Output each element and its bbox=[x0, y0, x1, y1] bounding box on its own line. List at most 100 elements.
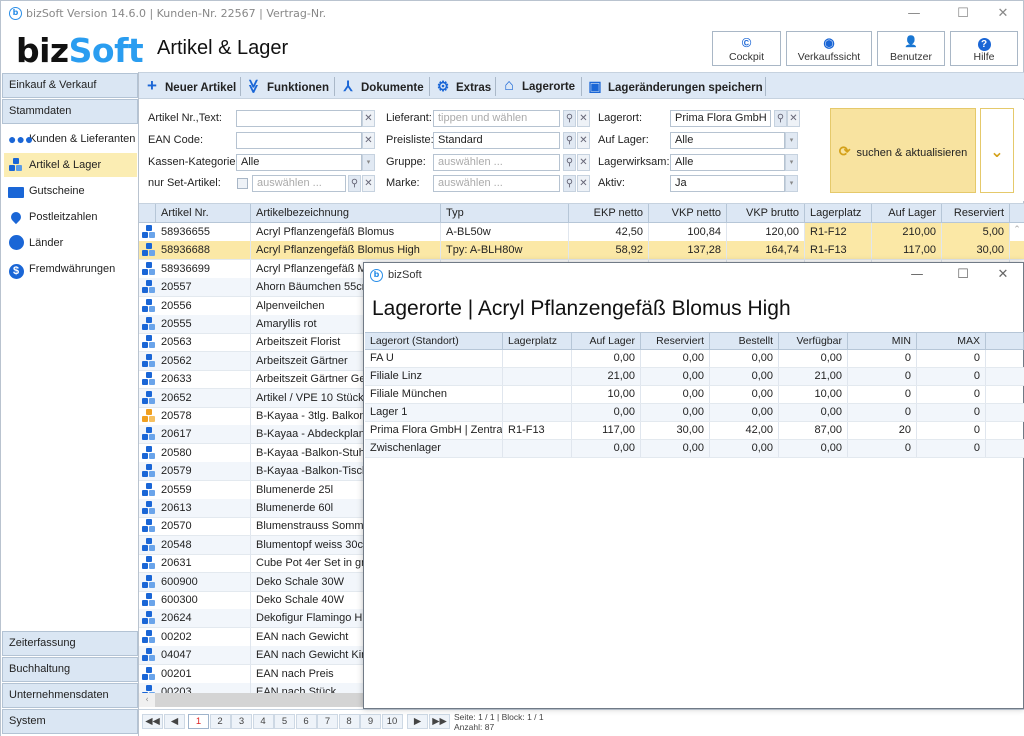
sidebar-section-unternehmensdaten[interactable]: Unternehmensdaten bbox=[2, 683, 138, 708]
lagerort-row[interactable]: Prima Flora GmbH | Zentrale R1-F13 117,00 3… bbox=[365, 422, 1024, 440]
header-lagerplatz[interactable]: Lagerplatz bbox=[805, 204, 872, 222]
grid-scroll-up-button[interactable]: ⌃ bbox=[1010, 223, 1024, 237]
set-artikel-search-icon[interactable]: ⚲ bbox=[348, 175, 361, 192]
table-row[interactable]: 58936655 Acryl Pflanzengefäß Blomus A-BL50… bbox=[139, 223, 1024, 242]
dialog-header-auf-lager[interactable]: Auf Lager bbox=[572, 333, 641, 350]
dialog-header-max[interactable]: MAX bbox=[917, 333, 986, 350]
verkaufssicht-button[interactable]: ◉ Verkaufssicht bbox=[786, 31, 872, 66]
cockpit-button[interactable]: © Cockpit bbox=[712, 31, 781, 66]
dialog-header-bestellt[interactable]: Bestellt bbox=[710, 333, 779, 350]
sidebar-section-system[interactable]: System bbox=[2, 709, 138, 734]
marke-search-icon[interactable]: ⚲ bbox=[563, 175, 576, 192]
marke-clear-button[interactable]: ✕ bbox=[577, 175, 590, 192]
auf-lager-select[interactable]: Alle bbox=[670, 132, 785, 149]
gruppe-search-icon[interactable]: ⚲ bbox=[563, 154, 576, 171]
first-page-button[interactable]: ◀◀ bbox=[142, 714, 163, 729]
auf-lager-dropdown-icon[interactable]: ▾ bbox=[785, 132, 798, 149]
sidebar-item-postleitzahlen[interactable]: Postleitzahlen bbox=[4, 205, 137, 229]
sidebar-section-zeiterfassung[interactable]: Zeiterfassung bbox=[2, 631, 138, 656]
page-button-7[interactable]: 7 bbox=[317, 714, 338, 729]
set-artikel-clear-button[interactable]: ✕ bbox=[362, 175, 375, 192]
header-reserviert[interactable]: Reserviert bbox=[942, 204, 1010, 222]
hilfe-button[interactable]: ? Hilfe bbox=[950, 31, 1018, 66]
sidebar-section-einkauf-verkauf[interactable]: Einkauf & Verkauf bbox=[2, 73, 138, 98]
benutzer-button[interactable]: 👤 Benutzer bbox=[877, 31, 945, 66]
lagerort-row[interactable]: Filiale München 10,00 0,00 0,00 10,00 0 0 bbox=[365, 386, 1024, 404]
marke-input[interactable]: auswählen ... bbox=[433, 175, 560, 192]
dialog-maximize-button[interactable]: ☐ bbox=[948, 266, 978, 284]
lagerort-row[interactable]: Filiale Linz 21,00 0,00 0,00 21,00 0 0 bbox=[365, 368, 1024, 386]
gruppe-input[interactable]: auswählen ... bbox=[433, 154, 560, 171]
header-vkp-netto[interactable]: VKP netto bbox=[649, 204, 727, 222]
dialog-header-lagerort[interactable]: Lagerort (Standort) bbox=[365, 333, 503, 350]
lagerort-row[interactable]: Zwischenlager 0,00 0,00 0,00 0,00 0 0 bbox=[365, 440, 1024, 458]
lagerort-clear-button[interactable]: ✕ bbox=[787, 110, 800, 127]
set-artikel-input[interactable]: auswählen ... bbox=[252, 175, 346, 192]
sidebar-item-fremdwaehrungen[interactable]: $ Fremdwährungen bbox=[4, 257, 137, 281]
artikel-clear-button[interactable]: ✕ bbox=[362, 110, 375, 127]
page-button-9[interactable]: 9 bbox=[360, 714, 381, 729]
header-auf-lager[interactable]: Auf Lager bbox=[872, 204, 942, 222]
lagerort-row[interactable]: Lager 1 0,00 0,00 0,00 0,00 0 0 bbox=[365, 404, 1024, 422]
page-button-10[interactable]: 10 bbox=[381, 714, 403, 729]
scroll-left-icon[interactable]: ‹ bbox=[139, 693, 155, 707]
kassen-kategorie-select[interactable]: Alle bbox=[236, 154, 362, 171]
page-button-3[interactable]: 3 bbox=[231, 714, 252, 729]
last-page-button[interactable]: ▶▶ bbox=[429, 714, 450, 729]
neuer-artikel-button[interactable]: + Neuer Artikel bbox=[145, 77, 236, 95]
funktionen-button[interactable]: ≫ Funktionen bbox=[246, 77, 329, 95]
maximize-button[interactable]: ☐ bbox=[948, 5, 978, 23]
preisliste-search-icon[interactable]: ⚲ bbox=[563, 132, 576, 149]
aktiv-select[interactable]: Ja bbox=[670, 175, 785, 192]
dialog-header-reserviert[interactable]: Reserviert bbox=[641, 333, 710, 350]
close-button[interactable]: ✕ bbox=[988, 5, 1018, 23]
set-artikel-checkbox[interactable] bbox=[237, 178, 248, 189]
artikel-input[interactable] bbox=[236, 110, 362, 127]
grid-horizontal-scrollbar[interactable]: ‹ bbox=[139, 693, 363, 707]
sidebar-section-stammdaten[interactable]: Stammdaten bbox=[2, 99, 138, 124]
ean-clear-button[interactable]: ✕ bbox=[362, 132, 375, 149]
extras-button[interactable]: ⚙ Extras bbox=[436, 77, 491, 95]
sidebar-item-laender[interactable]: Länder bbox=[4, 231, 137, 255]
aktiv-dropdown-icon[interactable]: ▾ bbox=[785, 175, 798, 192]
lagerwirksam-select[interactable]: Alle bbox=[670, 154, 785, 171]
sidebar-item-gutscheine[interactable]: Gutscheine bbox=[4, 179, 137, 203]
dialog-header-min[interactable]: MIN bbox=[848, 333, 917, 350]
header-artikel-nr[interactable]: Artikel Nr. bbox=[156, 204, 251, 222]
next-page-button[interactable]: ▶ bbox=[407, 714, 428, 729]
sidebar-item-artikel-lager[interactable]: Artikel & Lager bbox=[4, 153, 137, 177]
lagerwirksam-dropdown-icon[interactable]: ▾ bbox=[785, 154, 798, 171]
lieferant-input[interactable]: tippen und wählen bbox=[433, 110, 560, 127]
prev-page-button[interactable]: ◀ bbox=[164, 714, 185, 729]
sidebar-section-buchhaltung[interactable]: Buchhaltung bbox=[2, 657, 138, 682]
lieferant-clear-button[interactable]: ✕ bbox=[577, 110, 590, 127]
lagerort-search-icon[interactable]: ⚲ bbox=[774, 110, 787, 127]
page-button-6[interactable]: 6 bbox=[295, 714, 317, 729]
lageraenderungen-speichern-button[interactable]: ▣ Lageränderungen speichern bbox=[588, 77, 762, 95]
header-artikelbezeichnung[interactable]: Artikelbezeichnung bbox=[251, 204, 441, 222]
minimize-button[interactable]: — bbox=[899, 5, 929, 23]
lieferant-search-icon[interactable]: ⚲ bbox=[563, 110, 576, 127]
page-button-1[interactable]: 1 bbox=[188, 714, 209, 729]
lagerorte-button[interactable]: ⌂ Lagerorte bbox=[502, 77, 575, 95]
dokumente-button[interactable]: ⅄ Dokumente bbox=[341, 77, 424, 95]
dialog-header-verfuegbar[interactable]: Verfügbar bbox=[779, 333, 848, 350]
gruppe-clear-button[interactable]: ✕ bbox=[577, 154, 590, 171]
lagerort-input[interactable]: Prima Flora GmbH | bbox=[670, 110, 771, 127]
dialog-close-button[interactable]: ✕ bbox=[988, 266, 1018, 284]
page-button-8[interactable]: 8 bbox=[338, 714, 360, 729]
expand-filter-button[interactable]: ⌄ bbox=[980, 108, 1014, 193]
kassen-kategorie-dropdown-icon[interactable]: ▾ bbox=[362, 154, 375, 171]
suchen-aktualisieren-button[interactable]: ⟳ suchen & aktualisieren bbox=[830, 108, 976, 193]
dialog-header-lagerplatz[interactable]: Lagerplatz bbox=[503, 333, 572, 350]
page-button-4[interactable]: 4 bbox=[252, 714, 274, 729]
table-row[interactable]: 58936688 Acryl Pflanzengefäß Blomus High T… bbox=[139, 241, 1024, 261]
page-button-2[interactable]: 2 bbox=[209, 714, 231, 729]
header-typ[interactable]: Typ bbox=[441, 204, 569, 222]
dialog-minimize-button[interactable]: — bbox=[902, 266, 932, 284]
page-button-5[interactable]: 5 bbox=[274, 714, 295, 729]
lagerort-row[interactable]: FA U 0,00 0,00 0,00 0,00 0 0 bbox=[365, 350, 1024, 368]
sidebar-item-kunden-lieferanten[interactable]: ●●● Kunden & Lieferanten bbox=[4, 127, 137, 151]
header-vkp-brutto[interactable]: VKP brutto bbox=[727, 204, 805, 222]
ean-input[interactable] bbox=[236, 132, 362, 149]
